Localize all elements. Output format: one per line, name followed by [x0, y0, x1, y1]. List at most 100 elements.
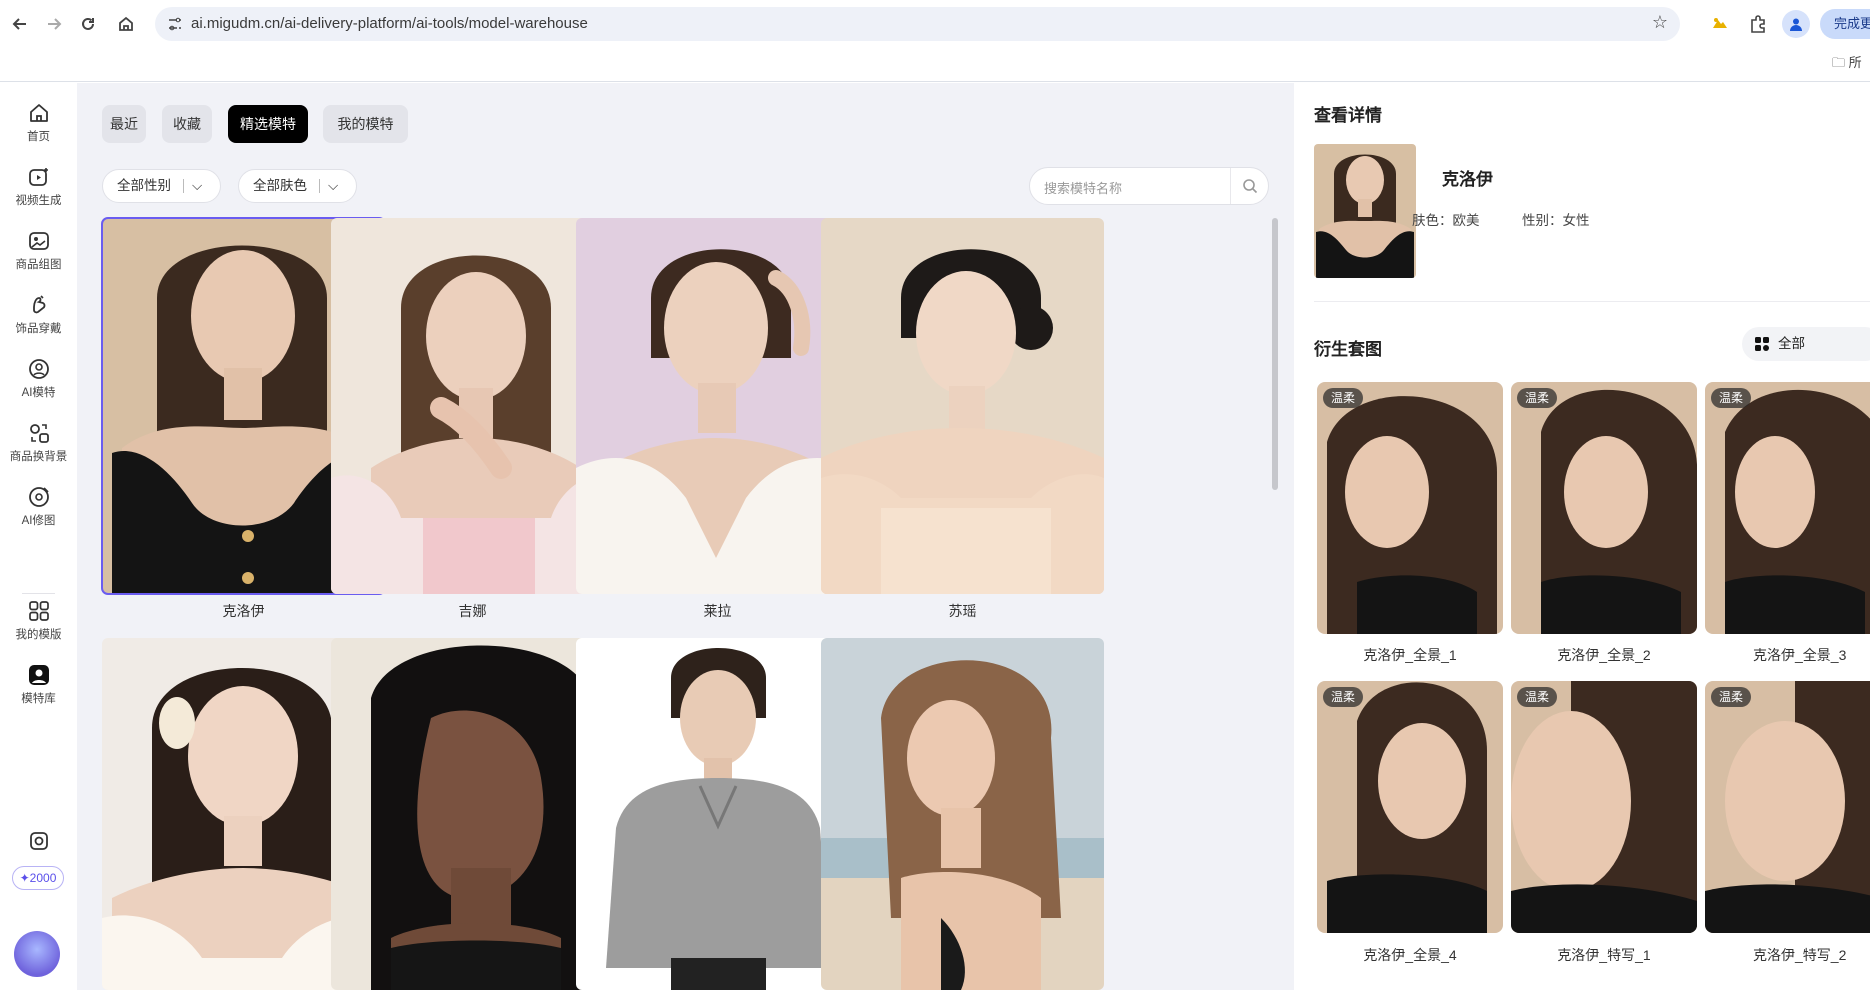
model-card[interactable]: [576, 218, 859, 594]
derivative-name: 克洛伊_全景_4: [1363, 947, 1457, 963]
sidebar-item-video[interactable]: 视频生成: [0, 165, 77, 208]
sidebar-item-background-swap[interactable]: 商品换背景: [0, 421, 77, 464]
image-group-icon: [28, 232, 49, 250]
model-name: 莱拉: [703, 603, 732, 619]
derivative-image: [1317, 382, 1503, 634]
detail-title: 查看详情: [1314, 106, 1382, 125]
detail-divider: [1314, 301, 1870, 302]
style-tag: 温柔: [1711, 388, 1752, 408]
gender-filter-select[interactable]: 全部性别 ⌵: [102, 169, 221, 203]
model-card[interactable]: [821, 218, 1104, 594]
search-icon[interactable]: [1242, 178, 1258, 194]
derivatives-filter-dropdown[interactable]: 全部: [1742, 327, 1870, 361]
sidebar-item-label: 视频生成: [15, 195, 62, 207]
search-divider: [1230, 168, 1231, 204]
model-photo-row2-2: [331, 638, 614, 990]
tab-featured-models[interactable]: 精选模特: [228, 105, 308, 143]
sidebar-item-label: 商品组图: [15, 259, 62, 271]
derivative-image: [1705, 382, 1870, 634]
home-browser-icon[interactable]: [110, 8, 142, 40]
derivative-name: 克洛伊_全景_3: [1753, 647, 1847, 663]
detail-skin: 肤色：欧美: [1412, 209, 1480, 229]
camera-icon: [29, 832, 48, 850]
model-card[interactable]: [576, 638, 859, 990]
style-tag: 温柔: [1323, 388, 1364, 408]
sidebar-item-retouch[interactable]: AI修图: [0, 485, 77, 528]
sidebar-item-label: 饰品穿戴: [15, 323, 62, 335]
tab-my-models[interactable]: 我的模特: [323, 105, 408, 143]
search-input[interactable]: 搜索模特名称: [1044, 178, 1122, 197]
tab-recent[interactable]: 最近: [102, 105, 146, 143]
derivative-name: 克洛伊_全景_2: [1557, 647, 1651, 663]
derivative-card[interactable]: 温柔: [1705, 681, 1870, 933]
sidebar-item-label: 商品换背景: [9, 451, 68, 463]
model-name: 苏瑶: [948, 603, 977, 619]
style-tag: 温柔: [1323, 687, 1364, 707]
content-scrollbar[interactable]: [1272, 218, 1278, 490]
bookmark-folder[interactable]: 🗀 所: [1832, 52, 1862, 76]
back-icon[interactable]: [4, 8, 36, 40]
user-avatar[interactable]: [14, 931, 60, 977]
credits-badge[interactable]: ✦2000: [12, 866, 64, 890]
skin-value: 欧美: [1452, 213, 1480, 228]
detail-model-name: 克洛伊: [1442, 170, 1493, 189]
derivative-name: 克洛伊_特写_1: [1557, 947, 1651, 963]
sidebar-item-label: 我的模版: [15, 629, 62, 641]
camera-button[interactable]: [0, 829, 77, 853]
model-search[interactable]: 搜索模特名称: [1029, 167, 1269, 205]
address-bar[interactable]: ai.migudm.cn/ai-delivery-platform/ai-too…: [155, 7, 1680, 41]
sidebar-item-label: AI修图: [21, 515, 56, 527]
model-card[interactable]: [331, 218, 614, 594]
derivative-image: [1705, 681, 1870, 933]
profile-avatar-icon[interactable]: [1782, 10, 1810, 38]
browser-toolbar: ai.migudm.cn/ai-delivery-platform/ai-too…: [0, 0, 1870, 82]
sidebar-item-my-templates[interactable]: 我的模版: [0, 599, 77, 642]
derivative-name: 克洛伊_特写_2: [1753, 947, 1847, 963]
gender-label: 性别：: [1522, 213, 1563, 228]
background-swap-icon: [29, 424, 49, 443]
model-photo-row2-4: [821, 638, 1104, 990]
derivative-card[interactable]: 温柔: [1317, 681, 1503, 933]
derivative-card[interactable]: 温柔: [1705, 382, 1870, 634]
extension-icon[interactable]: [1708, 12, 1732, 36]
detail-thumbnail: [1314, 144, 1416, 278]
retouch-icon: [28, 487, 49, 507]
tab-favorites[interactable]: 收藏: [162, 105, 212, 143]
gender-value: 女性: [1562, 213, 1590, 228]
sidebar-item-label: 模特库: [21, 693, 56, 705]
bookmark-star-icon[interactable]: ☆: [1652, 12, 1668, 33]
style-tag: 温柔: [1517, 388, 1558, 408]
derivative-image: [1511, 681, 1697, 933]
chevron-down-icon: ⌵: [192, 178, 203, 193]
sidebar-item-home[interactable]: 首页: [0, 101, 77, 144]
reload-icon[interactable]: [72, 8, 104, 40]
folder-icon: 🗀: [1832, 55, 1846, 70]
extensions-puzzle-icon[interactable]: [1746, 12, 1770, 36]
detail-gender: 性别：女性: [1522, 209, 1590, 229]
chevron-down-icon: ⌵: [328, 178, 339, 193]
update-button[interactable]: 完成更: [1820, 9, 1870, 39]
derivative-card[interactable]: 温柔: [1511, 681, 1697, 933]
sidebar-divider: [22, 593, 55, 594]
model-name: 吉娜: [458, 603, 487, 619]
sidebar-item-image-group[interactable]: 商品组图: [0, 229, 77, 272]
style-tag: 温柔: [1711, 687, 1752, 707]
derivative-card[interactable]: 温柔: [1511, 382, 1697, 634]
sidebar: 首页 视频生成 商品组图 饰品穿戴 AI模特 商品换背景 AI修图 我的模版 模…: [0, 83, 77, 990]
sidebar-item-ai-model[interactable]: AI模特: [0, 357, 77, 400]
sidebar-item-model-library[interactable]: 模特库: [0, 663, 77, 706]
url-text[interactable]: ai.migudm.cn/ai-delivery-platform/ai-too…: [191, 15, 588, 32]
model-card[interactable]: [821, 638, 1104, 990]
gender-filter-label: 全部性别: [117, 178, 171, 193]
skin-filter-select[interactable]: 全部肤色 ⌵: [238, 169, 357, 203]
derivative-card[interactable]: 温柔: [1317, 382, 1503, 634]
home-icon: [29, 104, 48, 122]
ai-model-icon: [28, 359, 49, 379]
model-photo-gina: [331, 218, 614, 594]
video-icon: [28, 168, 48, 186]
grid-icon: [1755, 337, 1769, 351]
sidebar-item-accessory[interactable]: 饰品穿戴: [0, 293, 77, 336]
forward-icon[interactable]: [38, 8, 70, 40]
site-settings-icon[interactable]: [167, 16, 183, 32]
model-card[interactable]: [331, 638, 614, 990]
